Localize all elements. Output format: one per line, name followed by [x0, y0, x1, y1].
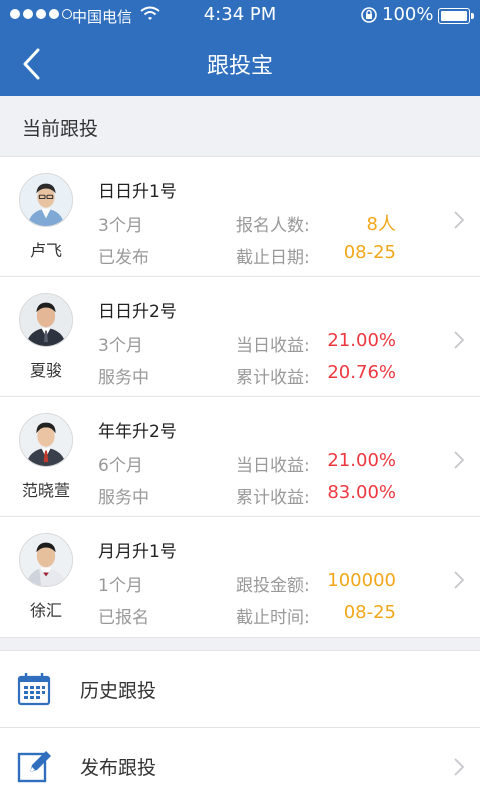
stat-label-2: 累计收益: [236, 368, 310, 388]
stat-value-2: 08-25 [343, 242, 396, 263]
list-item[interactable]: 范晓萱 年年升2号 6个月 服务中 当日收益: 21.00% 累计收益: 83.… [0, 397, 480, 517]
product-name: 月月升1号 [98, 542, 177, 562]
advisor-name: 范晓萱 [21, 481, 70, 500]
avatar [19, 293, 73, 347]
product-name: 日日升1号 [98, 182, 177, 202]
stat-value-2: 20.76% [327, 362, 396, 383]
product-period: 3个月 [98, 216, 143, 236]
edit-icon [17, 751, 51, 783]
publish-follow-label: 发布跟投 [80, 757, 157, 779]
product-status: 已报名 [98, 608, 149, 628]
chevron-right-icon [454, 451, 465, 469]
stat-value-1: 21.00% [327, 330, 396, 351]
publish-follow-row[interactable]: 发布跟投 [0, 728, 480, 800]
current-follow-list: 卢飞 日日升1号 3个月 已发布 报名人数: 8人 截止日期: 08-25 夏骏… [0, 156, 480, 638]
chevron-right-icon [454, 211, 465, 229]
stat-label-2: 截止日期: [236, 248, 310, 268]
list-item[interactable]: 徐汇 月月升1号 1个月 已报名 跟投金额: 100000 截止时间: 08-2… [0, 517, 480, 637]
stat-value-2: 83.00% [327, 482, 396, 503]
avatar [19, 413, 73, 467]
stat-value-1: 100000 [327, 570, 396, 591]
chevron-right-icon [454, 758, 465, 776]
page-title: 跟投宝 [206, 54, 273, 79]
product-status: 已发布 [98, 248, 149, 268]
advisor-name: 徐汇 [29, 601, 62, 620]
product-period: 1个月 [98, 576, 143, 596]
stat-label-1: 跟投金额: [236, 576, 310, 596]
calendar-icon [17, 673, 51, 706]
stat-label-1: 当日收益: [236, 336, 310, 356]
product-status: 服务中 [98, 368, 149, 388]
list-item[interactable]: 卢飞 日日升1号 3个月 已发布 报名人数: 8人 截止日期: 08-25 [0, 157, 480, 277]
stat-label-1: 当日收益: [236, 456, 310, 476]
advisor-name: 夏骏 [29, 361, 62, 380]
product-period: 6个月 [98, 456, 143, 476]
avatar [19, 173, 73, 227]
product-status: 服务中 [98, 488, 149, 508]
stat-label-2: 累计收益: [236, 488, 310, 508]
chevron-right-icon [454, 571, 465, 589]
list-item[interactable]: 夏骏 日日升2号 3个月 服务中 当日收益: 21.00% 累计收益: 20.7… [0, 277, 480, 397]
advisor-name: 卢飞 [29, 241, 62, 260]
product-name: 日日升2号 [98, 302, 177, 322]
chevron-right-icon [454, 331, 465, 349]
stat-value-2: 08-25 [343, 602, 396, 623]
section-title: 当前跟投 [22, 118, 99, 140]
avatar [19, 533, 73, 587]
history-follow-row[interactable]: 历史跟投 [0, 650, 480, 728]
product-name: 年年升2号 [98, 422, 177, 442]
status-bar: 中国电信 4:34 PM 100% [0, 0, 480, 32]
stat-value-1: 21.00% [327, 450, 396, 471]
stat-label-2: 截止时间: [236, 608, 310, 628]
history-follow-label: 历史跟投 [80, 680, 157, 702]
battery-percent: 100% [382, 4, 434, 25]
rotation-lock-icon [360, 6, 378, 29]
stat-value-1: 8人 [366, 214, 396, 235]
battery-icon [438, 8, 474, 24]
stat-label-1: 报名人数: [236, 216, 310, 236]
product-period: 3个月 [98, 336, 143, 356]
header-bar: 中国电信 4:34 PM 100% 跟投宝 [0, 0, 480, 96]
